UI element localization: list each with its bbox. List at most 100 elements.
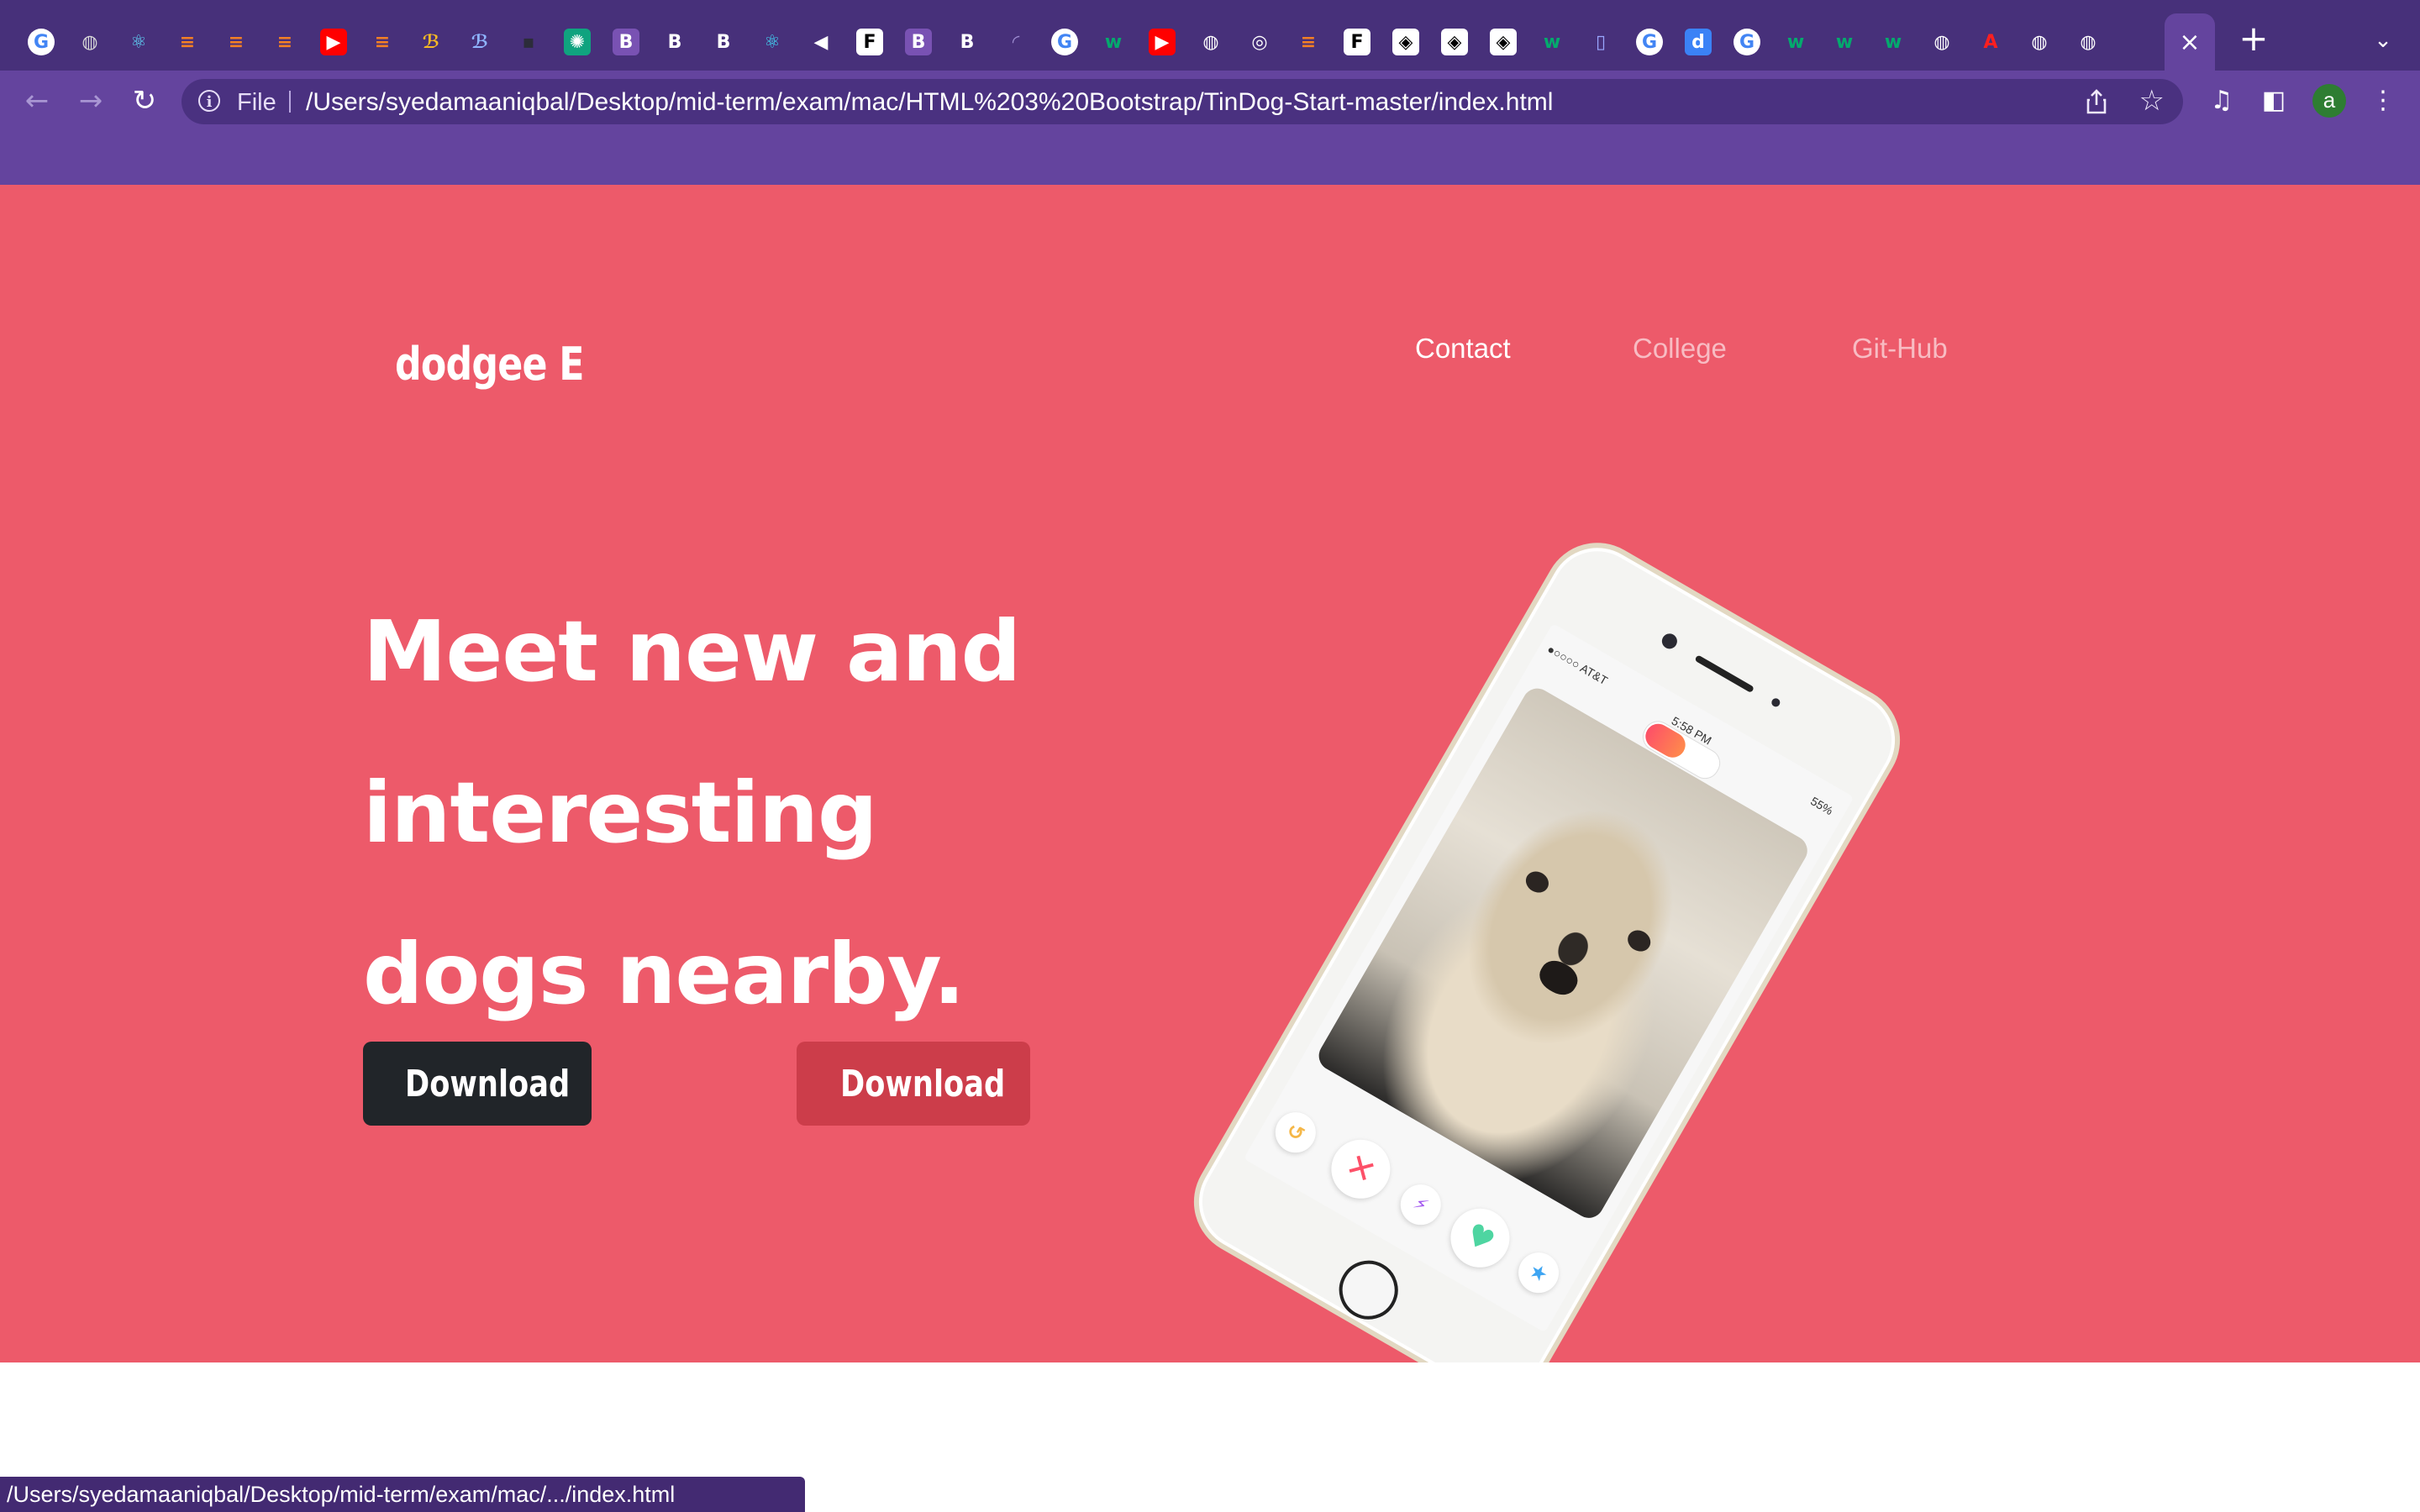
- w3schools-icon: w: [1835, 31, 1854, 53]
- active-tab[interactable]: ×: [2165, 13, 2215, 71]
- youtube-icon: ▶: [320, 29, 347, 55]
- tab-w3schools-icon[interactable]: w: [1869, 18, 1918, 66]
- tab-dark-app-icon[interactable]: ▪: [504, 18, 553, 66]
- google-icon: G: [1636, 29, 1663, 55]
- tab-search-icon[interactable]: ⌄: [2366, 24, 2400, 57]
- stackoverflow-icon: ≡: [374, 31, 391, 53]
- tab-google-icon[interactable]: G: [1040, 18, 1089, 66]
- share-icon[interactable]: [2082, 87, 2111, 116]
- google-icon: G: [28, 29, 55, 55]
- tab-framer-icon[interactable]: F: [845, 18, 894, 66]
- url-text[interactable]: /Users/syedamaaniqbal/Desktop/mid-term/e…: [306, 88, 1553, 117]
- bookmark-star-icon[interactable]: ☆: [2139, 84, 2165, 118]
- tab-bootstrap-icon[interactable]: B: [943, 18, 992, 66]
- tab-dribbble-icon[interactable]: d: [1674, 18, 1723, 66]
- address-divider: [289, 91, 291, 113]
- reload-icon[interactable]: ↻: [126, 82, 163, 119]
- earpiece-speaker: [1694, 654, 1754, 694]
- browser-menu-icon[interactable]: ⋮: [2366, 84, 2400, 118]
- iphone-mockup-image: ●○○○○ AT&T 5:58 PM 55% ↺ ✕ ⚡ ♥ ★: [1174, 522, 1920, 1362]
- codepen-icon: ◈: [1441, 29, 1468, 55]
- nav-link-github[interactable]: Git-Hub: [1852, 333, 1948, 365]
- phone-screen: ●○○○○ AT&T 5:58 PM 55% ↺ ✕ ⚡ ♥ ★: [1243, 622, 1854, 1333]
- brand-logo[interactable]: dodgee E: [395, 338, 584, 391]
- stackoverflow-icon: ≡: [1300, 31, 1317, 53]
- page-top-band: [0, 131, 2420, 185]
- w3schools-icon: w: [1786, 31, 1805, 53]
- tab-w3schools-icon[interactable]: w: [1771, 18, 1820, 66]
- tab-adobe-icon[interactable]: A: [1966, 18, 2015, 66]
- tab-stackoverflow-icon[interactable]: ≡: [212, 18, 260, 66]
- profile-avatar[interactable]: a: [2312, 84, 2346, 118]
- tab-globe-icon[interactable]: ◍: [66, 18, 114, 66]
- globe-icon: ◍: [1202, 31, 1219, 53]
- tab-google-icon[interactable]: G: [1625, 18, 1674, 66]
- info-icon[interactable]: i: [198, 90, 220, 112]
- tab-globe-icon[interactable]: ◍: [1918, 18, 1966, 66]
- tab-bootstrap-icon[interactable]: B: [699, 18, 748, 66]
- dog-eye-right: [1623, 926, 1655, 956]
- proximity-sensor: [1770, 696, 1782, 709]
- tab-bootstrap-icon[interactable]: B: [650, 18, 699, 66]
- tab-chatgpt-icon[interactable]: ✺: [553, 18, 602, 66]
- close-tab-icon[interactable]: ×: [2179, 28, 2200, 57]
- chatgpt-icon: ✺: [564, 29, 591, 55]
- react-icon: ⚛: [130, 31, 147, 53]
- tab-speaker-icon[interactable]: ◀: [797, 18, 845, 66]
- tab-loading-spinner-icon[interactable]: ◜: [992, 18, 1040, 66]
- tab-figma-plugin-icon[interactable]: ℬ: [407, 18, 455, 66]
- tab-codepen-icon[interactable]: ◈: [1479, 18, 1528, 66]
- back-arrow-icon[interactable]: ←: [18, 82, 55, 119]
- w3schools-icon: w: [1543, 31, 1561, 53]
- nav-link-contact[interactable]: Contact: [1415, 333, 1511, 365]
- browser-tab-strip: G ◍ ⚛ ≡ ≡ ≡ ▶ ≡ ℬ ℬ ▪ ✺ B B B ⚛ ◀ F B B ◜ Gw ▶ ◍ ◎ ≡ F ◈ ◈ ◈ w ▯ Gd Gw w w ◍…: [0, 0, 2420, 71]
- bootstrap-icon: B: [960, 31, 975, 53]
- tab-stackoverflow-icon[interactable]: ≡: [358, 18, 407, 66]
- framer-icon: F: [1344, 29, 1370, 55]
- forward-arrow-icon[interactable]: →: [72, 82, 109, 119]
- nope-icon: ✕: [1320, 1128, 1402, 1210]
- tab-codepen-icon[interactable]: ◈: [1430, 18, 1479, 66]
- phone-battery: 55%: [1808, 794, 1836, 818]
- tab-w3schools-icon[interactable]: w: [1528, 18, 1576, 66]
- link-status-bubble: /Users/syedamaaniqbal/Desktop/mid-term/e…: [0, 1477, 805, 1512]
- nav-link-college[interactable]: College: [1633, 333, 1727, 365]
- media-control-icon[interactable]: ♫: [2205, 84, 2238, 118]
- phone-body: ●○○○○ AT&T 5:58 PM 55% ↺ ✕ ⚡ ♥ ★: [1174, 522, 1920, 1362]
- new-tab-button[interactable]: +: [2235, 20, 2272, 57]
- google-icon: G: [1733, 29, 1760, 55]
- tab-figma-plugin-icon[interactable]: ℬ: [455, 18, 504, 66]
- tab-youtube-icon[interactable]: ▶: [309, 18, 358, 66]
- tab-docs-icon[interactable]: ▯: [1576, 18, 1625, 66]
- side-panel-icon[interactable]: ◧: [2257, 84, 2291, 118]
- tab-framer-icon[interactable]: F: [1333, 18, 1381, 66]
- download-windows-label: Download: [840, 1062, 1006, 1105]
- tab-react-bootstrap-icon[interactable]: ⚛: [748, 18, 797, 66]
- tab-react-icon[interactable]: ⚛: [114, 18, 163, 66]
- tab-globe-icon[interactable]: ◍: [2015, 18, 2064, 66]
- download-apple-button[interactable]: Download: [363, 1042, 592, 1126]
- tab-w3schools-icon[interactable]: w: [1089, 18, 1138, 66]
- download-windows-button[interactable]: Download: [797, 1042, 1030, 1126]
- tab-youtube-icon[interactable]: ▶: [1138, 18, 1186, 66]
- address-bar[interactable]: i File /Users/syedamaaniqbal/Desktop/mid…: [182, 79, 2183, 124]
- docs-icon: ▯: [1595, 31, 1607, 53]
- bootstrap-icon: B: [613, 29, 639, 55]
- tab-globe-icon[interactable]: ◍: [1186, 18, 1235, 66]
- w3schools-icon: w: [1884, 31, 1902, 53]
- tab-stackoverflow-icon[interactable]: ≡: [163, 18, 212, 66]
- scheme-label: File: [237, 89, 276, 116]
- tab-globe-icon[interactable]: ◍: [2064, 18, 2112, 66]
- globe-icon: ◍: [2031, 31, 2048, 53]
- tab-bootstrap-icon[interactable]: B: [602, 18, 650, 66]
- tab-stackoverflow-icon[interactable]: ≡: [260, 18, 309, 66]
- tab-chrome-icon[interactable]: ◎: [1235, 18, 1284, 66]
- tab-w3schools-icon[interactable]: w: [1820, 18, 1869, 66]
- tab-stackoverflow-icon[interactable]: ≡: [1284, 18, 1333, 66]
- tab-google-icon[interactable]: G: [17, 18, 66, 66]
- super-like-icon: ★: [1511, 1245, 1566, 1300]
- bootstrap-icon: B: [905, 29, 932, 55]
- tab-bootstrap-icon[interactable]: B: [894, 18, 943, 66]
- tab-codepen-icon[interactable]: ◈: [1381, 18, 1430, 66]
- tab-google-icon[interactable]: G: [1723, 18, 1771, 66]
